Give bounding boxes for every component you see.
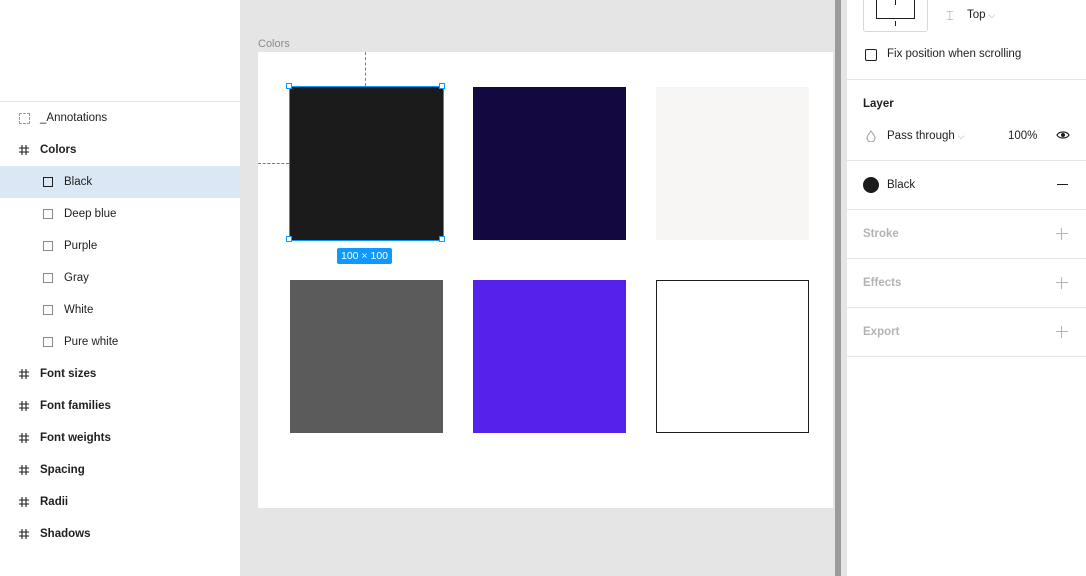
- section-divider: [847, 356, 1086, 357]
- layer-rect-black[interactable]: Black: [0, 166, 240, 198]
- section-divider: [847, 79, 1086, 80]
- rectangle-icon: [41, 335, 55, 349]
- rectangle-icon: [41, 303, 55, 317]
- spacing-guide-vertical: [365, 52, 366, 86]
- frame-title[interactable]: Colors: [258, 38, 290, 50]
- blend-mode-icon: [866, 130, 876, 145]
- layer-label: Black: [64, 176, 93, 188]
- resize-handle-top-left[interactable]: [286, 83, 292, 89]
- layer-label: Purple: [64, 240, 98, 252]
- layer-label: Font weights: [40, 432, 111, 444]
- frame-hash-icon: [17, 143, 31, 157]
- dimension-badge: 100 × 100: [337, 248, 393, 264]
- fix-position-label: Fix position when scrolling: [887, 48, 1022, 60]
- canvas[interactable]: Colors 100 × 100: [240, 0, 835, 576]
- export-section-title: Export: [863, 326, 900, 338]
- vertical-constraint-value: Top: [967, 9, 986, 21]
- rectangle-icon: [41, 271, 55, 285]
- layer-label: Spacing: [40, 464, 85, 476]
- layer-frame-spacing[interactable]: Spacing: [0, 454, 240, 486]
- effects-section-title: Effects: [863, 277, 902, 289]
- layer-frame-font-sizes[interactable]: Font sizes: [0, 358, 240, 390]
- layer-label: Font sizes: [40, 368, 97, 380]
- layer-label: Radii: [40, 496, 69, 508]
- frame-hash-icon: [17, 527, 31, 541]
- fill-style-name[interactable]: Black: [887, 179, 915, 191]
- layer-frame-font-weights[interactable]: Font weights: [0, 422, 240, 454]
- add-effect-button[interactable]: [1056, 277, 1068, 289]
- layer-label: Colors: [40, 144, 77, 156]
- vertical-constraint-select[interactable]: Top ⌵: [967, 9, 995, 21]
- blend-mode-select[interactable]: Pass through ⌵: [887, 130, 965, 142]
- layer-rect-pure-white[interactable]: Pure white: [0, 326, 240, 358]
- section-divider: [847, 209, 1086, 210]
- layers-panel: _Annotations Colors Black Deep blue Purp…: [0, 0, 240, 576]
- layer-rect-white[interactable]: White: [0, 294, 240, 326]
- swatch-gray[interactable]: [290, 280, 443, 433]
- dashed-frame-icon: [17, 111, 31, 125]
- stroke-section-title: Stroke: [863, 228, 899, 240]
- layer-frame-font-families[interactable]: Font families: [0, 390, 240, 422]
- frame-hash-icon: [17, 431, 31, 445]
- section-divider: [847, 258, 1086, 259]
- layer-label: Font families: [40, 400, 111, 412]
- opacity-input[interactable]: 100%: [1008, 130, 1037, 142]
- spacing-guide-horizontal: [258, 163, 289, 164]
- constraint-bottom-line[interactable]: [895, 21, 896, 26]
- blend-mode-value: Pass through: [887, 130, 955, 142]
- frame-hash-icon: [17, 367, 31, 381]
- add-stroke-button[interactable]: [1056, 228, 1068, 240]
- layer-label: Deep blue: [64, 208, 117, 220]
- properties-panel: ⌶ Top ⌵ Fix position when scrolling Layer…: [847, 0, 1086, 576]
- layer-annotations[interactable]: _Annotations: [0, 102, 240, 134]
- fill-color-swatch[interactable]: [863, 177, 879, 193]
- swatch-pure-white[interactable]: [656, 280, 809, 433]
- layer-section-title: Layer: [863, 98, 894, 110]
- layer-rect-deep-blue[interactable]: Deep blue: [0, 198, 240, 230]
- colors-frame[interactable]: 100 × 100: [258, 52, 833, 508]
- layer-rect-purple[interactable]: Purple: [0, 230, 240, 262]
- swatch-black[interactable]: [290, 87, 443, 240]
- rectangle-icon: [41, 239, 55, 253]
- layer-frame-shadows[interactable]: Shadows: [0, 518, 240, 550]
- layer-label: White: [64, 304, 94, 316]
- constraints-widget[interactable]: [863, 0, 928, 32]
- rectangle-icon: [41, 175, 55, 189]
- layer-frame-colors[interactable]: Colors: [0, 134, 240, 166]
- layer-rect-gray[interactable]: Gray: [0, 262, 240, 294]
- swatch-purple[interactable]: [473, 280, 626, 433]
- vertical-constraint-icon: ⌶: [946, 8, 954, 23]
- remove-fill-button[interactable]: [1057, 184, 1068, 185]
- swatch-white[interactable]: [656, 87, 809, 240]
- frame-hash-icon: [17, 399, 31, 413]
- layer-label: Gray: [64, 272, 89, 284]
- add-export-button[interactable]: [1056, 326, 1068, 338]
- swatch-deep-blue[interactable]: [473, 87, 626, 240]
- layer-frame-radii[interactable]: Radii: [0, 486, 240, 518]
- resize-handle-bottom-left[interactable]: [286, 236, 292, 242]
- frame-hash-icon: [17, 463, 31, 477]
- layer-label: _Annotations: [40, 112, 108, 124]
- chevron-down-icon: ⌵: [988, 10, 996, 20]
- chevron-down-icon: ⌵: [957, 131, 965, 141]
- eye-icon[interactable]: [1056, 129, 1070, 144]
- rectangle-icon: [41, 207, 55, 221]
- resize-handle-top-right[interactable]: [439, 83, 445, 89]
- frame-hash-icon: [17, 495, 31, 509]
- constraint-top-line[interactable]: [895, 0, 896, 5]
- fix-position-checkbox[interactable]: [865, 49, 877, 61]
- layer-label: Pure white: [64, 336, 119, 348]
- section-divider: [847, 160, 1086, 161]
- layer-label: Shadows: [40, 528, 91, 540]
- section-divider: [847, 307, 1086, 308]
- resize-handle-bottom-right[interactable]: [439, 236, 445, 242]
